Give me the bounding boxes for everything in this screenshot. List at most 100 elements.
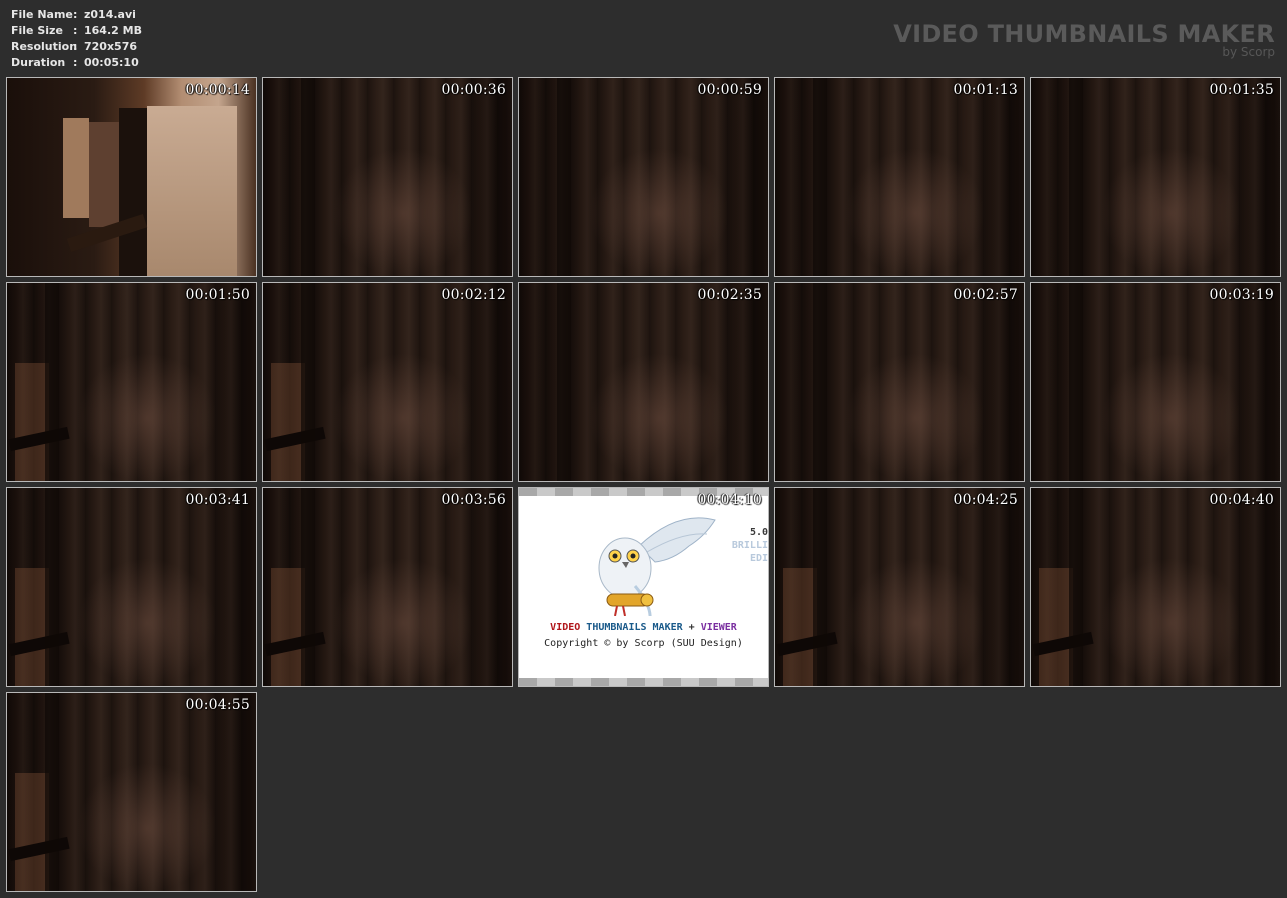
thumbnail-13[interactable]: 5.0 BRILLI EDI VIDEO THUMBNAILS MAKER + VIE… [518, 487, 769, 687]
timestamp-label: 00:04:25 [953, 492, 1018, 508]
video-frame [519, 78, 768, 276]
thumbnail-15[interactable]: 00:04:40 [1030, 487, 1281, 687]
curtain-light [1101, 148, 1241, 276]
thumbnail-7[interactable]: 00:02:12 [262, 282, 513, 482]
app-logo-frame: 5.0 BRILLI EDI VIDEO THUMBNAILS MAKER + VIE… [519, 488, 768, 686]
window-frame-bar [813, 283, 827, 481]
timestamp-label: 00:01:35 [1209, 82, 1274, 98]
window-frame-bar [45, 283, 59, 481]
owl-logo-icon [598, 517, 716, 616]
duration-label: Duration [11, 56, 66, 69]
video-frame [7, 693, 256, 891]
brand-title: VIDEO THUMBNAILS MAKER [893, 20, 1275, 48]
file-size-value: 164.2 MB [84, 24, 142, 37]
separator: : [73, 40, 78, 53]
resolution-value: 720x576 [84, 40, 138, 53]
thumbnail-12[interactable]: 00:03:56 [262, 487, 513, 687]
window-frame-bar [813, 488, 827, 686]
window-frame-bar [301, 488, 315, 686]
video-frame [7, 488, 256, 686]
file-info-row-name: File Name : z014.avi [11, 7, 142, 23]
window-frame-bar [813, 78, 827, 276]
file-name-label: File Name [11, 8, 73, 21]
window-pane [15, 773, 49, 891]
curtain-light [589, 148, 729, 276]
window-frame-bar [45, 488, 59, 686]
video-frame [7, 283, 256, 481]
timestamp-label: 00:01:13 [953, 82, 1018, 98]
window-frame-bar [301, 78, 315, 276]
copyright-text: Copyright © by Scorp (SUU Design) [544, 638, 743, 649]
video-frame [775, 488, 1024, 686]
file-info-row-duration: Duration : 00:05:10 [11, 55, 142, 71]
product-name-part: + [682, 622, 701, 633]
window-pane [271, 363, 305, 481]
timestamp-label: 00:00:14 [185, 82, 250, 98]
thumbnail-3[interactable]: 00:00:59 [518, 77, 769, 277]
curtain-light [845, 353, 985, 481]
window-pane [147, 106, 237, 276]
video-frame [519, 283, 768, 481]
file-name-value: z014.avi [84, 8, 136, 21]
timestamp-label: 00:04:10 [697, 492, 762, 508]
curtain-light [845, 558, 985, 686]
window-frame-bar [557, 283, 571, 481]
product-name: VIDEO THUMBNAILS MAKER + VIEWER [519, 622, 768, 633]
window-pane [1039, 568, 1073, 686]
product-name-part: VIDEO [550, 622, 587, 633]
window-pane [15, 568, 49, 686]
video-frame [775, 78, 1024, 276]
curtain-light [1101, 558, 1241, 686]
curtain-light [77, 558, 217, 686]
thumbnail-11[interactable]: 00:03:41 [6, 487, 257, 687]
curtain-light [333, 558, 473, 686]
timestamp-label: 00:02:57 [953, 287, 1018, 303]
curtain-light [1101, 353, 1241, 481]
thumbnail-6[interactable]: 00:01:50 [6, 282, 257, 482]
window-pane [783, 568, 817, 686]
video-frame [263, 283, 512, 481]
video-frame [263, 488, 512, 686]
timestamp-label: 00:02:35 [697, 287, 762, 303]
timestamp-label: 00:00:59 [697, 82, 762, 98]
curtain-light [77, 353, 217, 481]
timestamp-label: 00:01:50 [185, 287, 250, 303]
file-info-row-size: File Size : 164.2 MB [11, 23, 142, 39]
thumbnail-4[interactable]: 00:01:13 [774, 77, 1025, 277]
curtain-light [77, 763, 217, 891]
video-frame [1031, 488, 1280, 686]
thumbnail-grid: 00:00:14 00:00:36 00:00:59 00:01:13 00:01:35… [6, 77, 1282, 892]
product-name-part: THUMBNAILS MAKER [586, 622, 683, 633]
thumbnail-16[interactable]: 00:04:55 [6, 692, 257, 892]
window-frame-bar [557, 78, 571, 276]
thumbnail-5[interactable]: 00:01:35 [1030, 77, 1281, 277]
duration-value: 00:05:10 [84, 56, 139, 69]
timestamp-label: 00:03:41 [185, 492, 250, 508]
file-info-row-resolution: Resolution : 720x576 [11, 39, 142, 55]
video-frame [775, 283, 1024, 481]
thumbnail-8[interactable]: 00:02:35 [518, 282, 769, 482]
version-label: 5.0 [749, 527, 768, 538]
timestamp-label: 00:02:12 [441, 287, 506, 303]
window-frame-bar [1069, 283, 1083, 481]
video-frame [1031, 78, 1280, 276]
timestamp-label: 00:04:40 [1209, 492, 1274, 508]
curtain-light [845, 148, 985, 276]
thumbnail-1[interactable]: 00:00:14 [6, 77, 257, 277]
video-frame [1031, 283, 1280, 481]
contact-sheet: File Name : z014.avi File Size : 164.2 M… [0, 0, 1287, 898]
separator: : [73, 56, 78, 69]
thumbnail-2[interactable]: 00:00:36 [262, 77, 513, 277]
video-frame [7, 78, 256, 276]
timestamp-label: 00:04:55 [185, 697, 250, 713]
resolution-label: Resolution [11, 40, 78, 53]
file-size-label: File Size [11, 24, 63, 37]
frame-strip [519, 678, 768, 686]
window-frame-bar [1069, 488, 1083, 686]
window-pane [15, 363, 49, 481]
thumbnail-10[interactable]: 00:03:19 [1030, 282, 1281, 482]
window-frame-bar [119, 108, 147, 276]
thumbnail-9[interactable]: 00:02:57 [774, 282, 1025, 482]
thumbnail-14[interactable]: 00:04:25 [774, 487, 1025, 687]
file-info-panel: File Name : z014.avi File Size : 164.2 M… [11, 7, 142, 71]
